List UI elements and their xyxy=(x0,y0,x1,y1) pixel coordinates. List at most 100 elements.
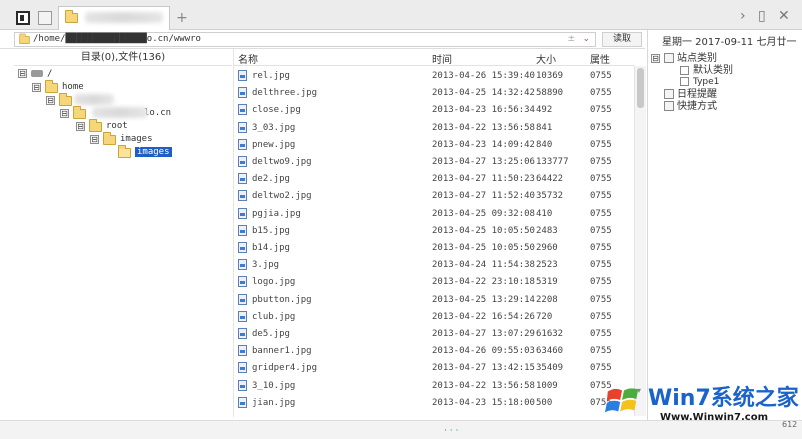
table-row[interactable]: deltwo2.jpg 2013-04-27 11:52:40 35732 0755 xyxy=(234,187,634,204)
file-name: banner1.jpg xyxy=(252,346,312,357)
table-row[interactable]: logo.jpg 2013-04-22 23:10:18 5319 0755 xyxy=(234,273,634,290)
redacted-tab-title xyxy=(85,12,163,23)
table-row[interactable]: delthree.jpg 2013-04-25 14:32:42 58890 0755 xyxy=(234,84,634,101)
table-row[interactable]: gridper4.jpg 2013-04-27 13:42:15 35409 0755 xyxy=(234,359,634,376)
file-time: 2013-04-26 09:55:03 xyxy=(432,346,535,357)
file-time: 2013-04-25 10:05:50 xyxy=(432,225,535,236)
file-name: pgjia.jpg xyxy=(252,208,301,219)
file-name: de2.jpg xyxy=(252,174,290,185)
shortcut-icon xyxy=(664,101,674,111)
table-row[interactable]: 3.jpg 2013-04-24 11:54:38 2523 0755 xyxy=(234,256,634,273)
file-name: rel.jpg xyxy=(252,71,290,81)
chevron-right-icon[interactable]: › xyxy=(740,8,746,24)
image-file-icon xyxy=(238,104,247,116)
add-tab-button[interactable]: + xyxy=(176,10,188,26)
collapse-icon[interactable]: ⊟ xyxy=(90,135,99,144)
file-time: 2013-04-23 16:56:34 xyxy=(432,105,535,116)
restore-icon[interactable]: ▯ xyxy=(758,8,766,24)
table-row[interactable]: rel.jpg 2013-04-26 15:39:40 10369 0755 xyxy=(234,67,634,84)
file-time: 2013-04-25 13:29:14 xyxy=(432,294,535,305)
tree-node-home[interactable]: ⊟ home xyxy=(32,79,84,94)
file-attr: 0755 xyxy=(590,294,612,305)
collapse-icon[interactable]: ⊟ xyxy=(60,109,69,118)
file-time: 2013-04-22 23:10:18 xyxy=(432,277,535,288)
watermark-brand: Win7系统之家 xyxy=(648,386,799,411)
folder-icon xyxy=(89,118,102,132)
table-row[interactable]: 3_10.jpg 2013-04-22 13:56:58 1009 0755 xyxy=(234,377,634,394)
column-header-size[interactable]: 大小 xyxy=(536,51,556,66)
tree-node-user[interactable]: ⊟ xyxy=(46,92,76,107)
new-window-icon[interactable] xyxy=(38,11,52,25)
file-list-header: 名称 时间 大小 属性 xyxy=(234,49,634,66)
image-file-icon xyxy=(238,310,247,322)
table-row[interactable]: pgjia.jpg 2013-04-25 09:32:08 410 0755 xyxy=(234,205,634,222)
image-file-icon xyxy=(238,190,247,202)
tree-node-root-dir[interactable]: ⊟ root xyxy=(76,118,128,133)
path-input[interactable]: /home/███████████████o.cn/wwwro ± ⌄ xyxy=(14,32,596,47)
file-attr: 0755 xyxy=(590,122,612,133)
image-file-icon xyxy=(238,224,247,236)
column-header-attr[interactable]: 属性 xyxy=(590,51,610,66)
vertical-scrollbar[interactable]: ▾ xyxy=(634,66,646,416)
table-row[interactable]: b15.jpg 2013-04-25 10:05:50 2483 0755 xyxy=(234,222,634,239)
table-row[interactable]: jian.jpg 2013-04-23 15:18:00 500 0755 xyxy=(234,394,634,411)
file-attr: 0755 xyxy=(590,71,612,81)
file-attr: 0755 xyxy=(590,346,612,357)
table-row[interactable]: close.jpg 2013-04-23 16:56:34 492 0755 xyxy=(234,101,634,118)
file-size: 35732 xyxy=(536,191,564,202)
collapse-icon[interactable]: ⊟ xyxy=(46,96,55,105)
address-bar: /home/███████████████o.cn/wwwro ± ⌄ 读取 xyxy=(0,30,645,49)
table-row[interactable]: club.jpg 2013-04-22 16:54:26 720 0755 xyxy=(234,308,634,325)
collapse-icon[interactable]: ⊟ xyxy=(18,69,27,78)
file-size: 2208 xyxy=(536,294,558,305)
file-attr: 0755 xyxy=(590,363,612,374)
collapse-icon[interactable]: ⊟ xyxy=(76,122,85,131)
file-size: 133777 xyxy=(536,157,569,167)
panel-toggle-icon[interactable] xyxy=(16,11,30,25)
read-button[interactable]: 读取 xyxy=(602,32,642,47)
file-attr: 0755 xyxy=(590,225,612,236)
file-time: 2013-04-27 11:52:40 xyxy=(432,191,535,202)
close-icon[interactable]: ✕ xyxy=(778,8,790,24)
table-row[interactable]: 3_03.jpg 2013-04-22 13:56:58 841 0755 xyxy=(234,119,634,136)
scroll-thumb[interactable] xyxy=(637,68,644,108)
file-name: de5.jpg xyxy=(252,329,290,339)
file-time: 2013-04-25 09:32:08 xyxy=(432,208,535,219)
table-row[interactable]: deltwo9.jpg 2013-04-27 13:25:06 133777 0755 xyxy=(234,153,634,170)
right-panel: 星期一 2017-09-11 七月廿一 ⊟ 站点类别 默认类别 Type1 日程提… xyxy=(647,30,802,420)
collapse-icon[interactable]: ⊟ xyxy=(651,53,660,63)
file-time: 2013-04-26 15:39:40 xyxy=(432,71,535,81)
table-row[interactable]: pbutton.jpg 2013-04-25 13:29:14 2208 0755 xyxy=(234,291,634,308)
file-attr: 0755 xyxy=(590,329,612,339)
file-size: 10369 xyxy=(536,71,564,81)
column-header-time[interactable]: 时间 xyxy=(432,51,452,66)
image-file-icon xyxy=(238,121,247,133)
table-row[interactable]: banner1.jpg 2013-04-26 09:55:03 63460 0755 xyxy=(234,342,634,359)
file-name: logo.jpg xyxy=(252,277,296,288)
table-row[interactable]: pnew.jpg 2013-04-23 14:09:42 840 0755 xyxy=(234,136,634,153)
table-row[interactable]: b14.jpg 2013-04-25 10:05:50 2960 0755 xyxy=(234,239,634,256)
tree-node-images-selected[interactable]: images xyxy=(118,144,172,159)
file-name: 3_10.jpg xyxy=(252,380,296,391)
file-name: pbutton.jpg xyxy=(252,294,312,305)
collapse-icon[interactable]: ⊟ xyxy=(32,83,41,92)
folder-icon xyxy=(19,33,30,44)
file-name: delthree.jpg xyxy=(252,88,318,99)
tree-item-shortcuts[interactable]: 快捷方式 xyxy=(664,100,717,113)
tab-active[interactable] xyxy=(58,6,170,30)
file-size: 2483 xyxy=(536,225,558,236)
image-file-icon xyxy=(238,70,247,81)
chevron-down-icon[interactable]: ⌄ xyxy=(582,33,590,46)
table-row[interactable]: de5.jpg 2013-04-27 13:07:29 61632 0755 xyxy=(234,325,634,342)
column-header-name[interactable]: 名称 xyxy=(238,51,258,66)
clear-icon[interactable]: ± xyxy=(567,33,575,46)
table-row[interactable]: de2.jpg 2013-04-27 11:50:23 64422 0755 xyxy=(234,170,634,187)
image-file-icon xyxy=(238,379,247,391)
windows-logo-icon xyxy=(604,388,639,413)
checkbox-icon[interactable] xyxy=(680,65,689,75)
corner-number: 612 xyxy=(782,420,798,429)
image-file-icon xyxy=(238,276,247,288)
file-size: 2523 xyxy=(536,260,558,271)
checkbox-icon[interactable] xyxy=(680,77,689,86)
file-name: 3_03.jpg xyxy=(252,122,296,133)
